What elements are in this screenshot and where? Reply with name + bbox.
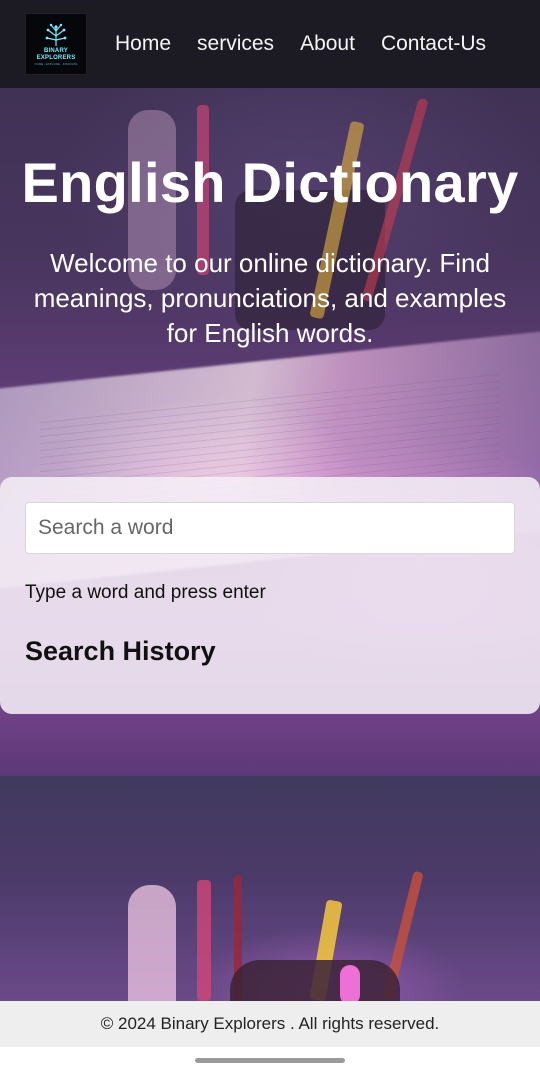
navbar: BINARY EXPLORERS CODE · EXPLORE · INNOVA… bbox=[0, 0, 540, 88]
pink-marker-image bbox=[340, 965, 360, 1005]
marker-image bbox=[128, 885, 176, 1001]
nav-link-about[interactable]: About bbox=[300, 32, 355, 56]
circuit-tree-icon bbox=[45, 23, 67, 46]
logo[interactable]: BINARY EXPLORERS CODE · EXPLORE · INNOVA… bbox=[25, 13, 87, 75]
nav-link-home[interactable]: Home bbox=[115, 32, 171, 56]
search-hint: Type a word and press enter bbox=[25, 582, 266, 603]
home-indicator-bar[interactable] bbox=[195, 1058, 345, 1063]
search-card: Type a word and press enter Search Histo… bbox=[0, 477, 540, 714]
nav-link-contact[interactable]: Contact-Us bbox=[381, 32, 486, 56]
page: BINARY EXPLORERS CODE · EXPLORE · INNOVA… bbox=[0, 0, 540, 1076]
page-title: English Dictionary bbox=[21, 151, 519, 214]
pencil-image bbox=[197, 880, 211, 1001]
nav-link-services[interactable]: services bbox=[197, 32, 274, 56]
logo-name: BINARY EXPLORERS bbox=[36, 48, 76, 61]
footer: © 2024 Binary Explorers . All rights res… bbox=[0, 1001, 540, 1047]
main-nav: Home services About Contact-Us bbox=[115, 32, 486, 56]
copyright-text: © 2024 Binary Explorers . All rights res… bbox=[100, 1014, 440, 1033]
search-history-title: Search History bbox=[25, 636, 216, 666]
search-input[interactable] bbox=[25, 502, 515, 554]
hero-subtitle: Welcome to our online dictionary. Find m… bbox=[33, 248, 507, 348]
logo-tagline: CODE · EXPLORE · INNOVATE bbox=[34, 62, 78, 66]
